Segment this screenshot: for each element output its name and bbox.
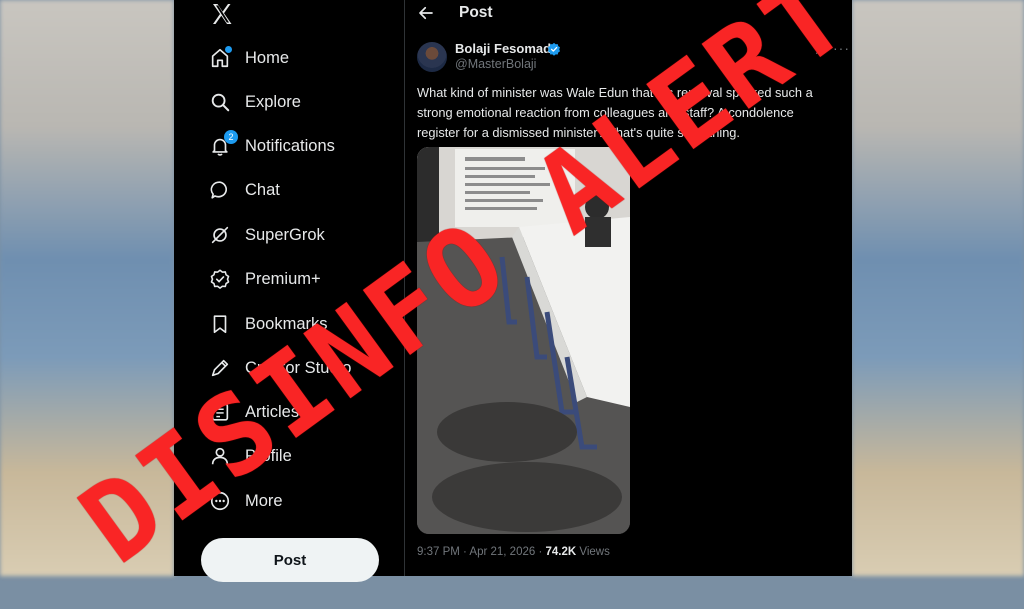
nav-label-bookmarks: Bookmarks: [245, 314, 328, 333]
nav-item-bookmarks[interactable]: Bookmarks: [208, 307, 328, 341]
post-header: Post: [405, 0, 852, 26]
avatar[interactable]: [417, 42, 447, 72]
verified-badge-icon: [547, 42, 561, 56]
nav-item-premium[interactable]: Premium+: [208, 262, 321, 296]
main-column: Post Bolaji Fesomade @MasterBolaji ··· W…: [405, 0, 852, 576]
back-arrow-icon[interactable]: [417, 4, 435, 22]
tweet-text: What kind of minister was Wale Edun that…: [417, 85, 813, 140]
post-button[interactable]: Post: [201, 538, 379, 582]
nav-item-profile[interactable]: Profile: [208, 439, 292, 473]
author-name[interactable]: Bolaji Fesomade: [455, 41, 558, 56]
tweet-meta: 9:37 PM · Apr 21, 2026 · 74.2K Views: [417, 546, 610, 558]
creator-studio-icon: [208, 356, 232, 380]
nav-item-explore[interactable]: Explore: [208, 85, 301, 119]
nav-label-articles: Articles: [245, 402, 300, 421]
nav-label-creator-studio: Creator Studio: [245, 358, 352, 377]
nav-label-premium: Premium+: [245, 269, 321, 288]
home-icon: [208, 46, 232, 70]
x-app-window: Home Explore 2 Notifications Chat SuperG…: [174, 0, 852, 582]
x-logo-icon[interactable]: [210, 2, 234, 26]
nav-item-chat[interactable]: Chat: [208, 173, 280, 207]
grok-icon: [208, 223, 232, 247]
views-count: 74.2K: [545, 546, 577, 558]
nav-item-creator-studio[interactable]: Creator Studio: [208, 351, 351, 385]
nav-item-home[interactable]: Home: [208, 41, 289, 75]
nav-label-explore: Explore: [245, 92, 301, 111]
nav-item-notifications[interactable]: 2 Notifications: [208, 129, 335, 163]
bell-icon: 2: [208, 130, 238, 158]
nav-label-home: Home: [245, 48, 290, 67]
nav-label-more: More: [245, 491, 283, 510]
premium-badge-icon: [208, 267, 232, 291]
search-icon: [208, 90, 232, 114]
bookmark-icon: [208, 312, 232, 336]
tweet-video[interactable]: [417, 147, 630, 534]
page-title: Post: [459, 4, 493, 21]
background-blur-left: [0, 0, 174, 576]
sidebar: Home Explore 2 Notifications Chat SuperG…: [174, 0, 404, 582]
grok-explain-icon[interactable]: [814, 40, 830, 56]
articles-icon: [208, 400, 232, 424]
author-handle[interactable]: @MasterBolaji: [455, 57, 536, 71]
video-frame-image: [417, 147, 630, 534]
background-blur-right: [852, 0, 1024, 576]
more-options-icon[interactable]: ···: [833, 40, 850, 56]
more-circle-icon: [208, 489, 232, 513]
nav-label-notifications: Notifications: [245, 136, 335, 155]
nav-label-supergrok: SuperGrok: [245, 225, 325, 244]
views-label: Views: [576, 546, 610, 558]
notifications-badge: 2: [224, 130, 238, 144]
nav-label-chat: Chat: [245, 180, 280, 199]
home-notification-dot: [225, 46, 232, 53]
person-icon: [208, 444, 232, 468]
chat-bubble-icon: [208, 178, 232, 202]
nav-item-articles[interactable]: Articles: [208, 395, 299, 429]
nav-item-supergrok[interactable]: SuperGrok: [208, 218, 325, 252]
nav-label-profile: Profile: [245, 446, 292, 465]
nav-item-more[interactable]: More: [208, 484, 283, 518]
timestamp[interactable]: 9:37 PM · Apr 21, 2026 ·: [417, 546, 546, 558]
